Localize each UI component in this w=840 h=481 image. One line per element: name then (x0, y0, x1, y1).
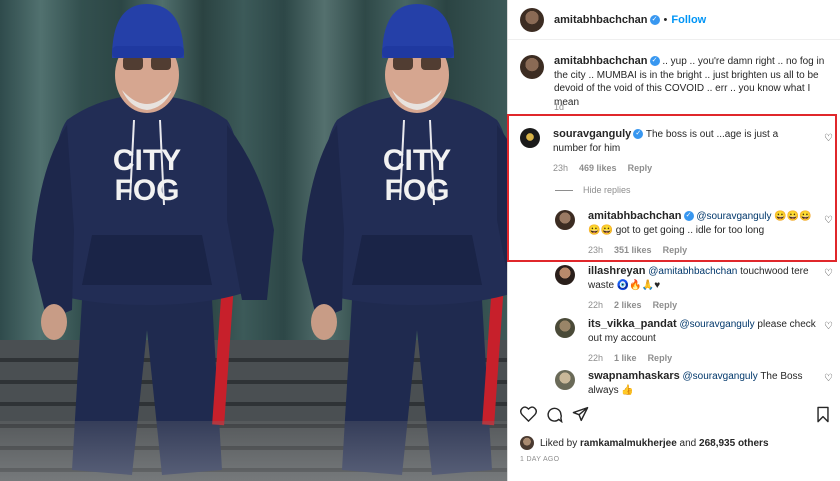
post-action-bar (520, 406, 832, 426)
heart-icon[interactable] (520, 406, 537, 422)
reply-item: amitabhbachchan ✓ @souravganguly 😀😀😀😀😀 go… (555, 210, 825, 255)
avatar[interactable] (555, 210, 575, 230)
heart-icon[interactable]: ♡ (824, 321, 833, 332)
person-figure-left: CITY FOG (12, 0, 282, 481)
emoji-text: 👍 (621, 384, 634, 396)
person-figure-right: CITY FOG (282, 0, 507, 481)
avatar[interactable] (520, 7, 544, 32)
comment-text: got to get going .. idle for too long (615, 224, 765, 236)
comment-item: souravganguly ✓ The boss is out ...age is… (520, 128, 820, 173)
verified-badge-icon: ✓ (633, 129, 644, 140)
likes-summary: Liked by ramkamalmukherjee and 268,935 o… (520, 436, 769, 450)
reply-button[interactable]: Reply (653, 300, 678, 310)
emoji-text: 🧿🔥🙏♥ (616, 279, 661, 291)
comment-timestamp[interactable]: 22h (588, 300, 603, 310)
comment-item: swapnamhaskars @souravganguly The Boss a… (555, 370, 825, 397)
verified-badge-icon: ✓ (649, 56, 660, 67)
post-header: amitabhbachchan ✓ • Follow (508, 0, 840, 40)
caption-timestamp[interactable]: 1d (554, 102, 564, 112)
comment-likes[interactable]: 1 like (614, 353, 637, 363)
person-illustration: CITY FOG (302, 4, 507, 475)
comment-item: its_vikka_pandat @souravganguly please c… (555, 318, 825, 363)
heart-icon[interactable]: ♡ (824, 133, 833, 144)
heart-icon[interactable]: ♡ (824, 268, 833, 279)
comment-username[interactable]: its_vikka_pandat (588, 318, 677, 330)
mention-link[interactable]: @amitabhbachchan (648, 266, 737, 277)
bookmark-icon[interactable] (816, 406, 830, 423)
comment-username[interactable]: swapnamhaskars (588, 370, 680, 382)
comment-timestamp[interactable]: 23h (588, 245, 603, 255)
comment-item: illashreyan @amitabhbachchan touchwood t… (555, 265, 825, 310)
likes-middle: and (679, 437, 697, 449)
svg-text:CITY: CITY (383, 144, 451, 177)
hide-replies-label[interactable]: Hide replies (583, 185, 631, 195)
avatar[interactable] (555, 318, 575, 338)
post-caption: amitabhbachchan ✓ .. yup .. you're damn r… (520, 55, 838, 109)
heart-icon[interactable]: ♡ (824, 373, 833, 384)
others-count[interactable]: 268,935 others (699, 438, 769, 449)
mention-link[interactable]: @souravganguly (696, 211, 771, 222)
comment-username[interactable]: amitabhbachchan (588, 210, 682, 222)
reply-button[interactable]: Reply (628, 163, 653, 173)
comment-username[interactable]: souravganguly (553, 128, 631, 140)
avatar[interactable] (520, 436, 534, 450)
post-date[interactable]: 1 DAY AGO (520, 456, 559, 463)
svg-text:FOG: FOG (385, 174, 450, 207)
svg-text:FOG: FOG (115, 174, 180, 207)
reply-button[interactable]: Reply (663, 245, 688, 255)
separator-dot: • (663, 13, 668, 26)
comment-timestamp[interactable]: 23h (553, 163, 568, 173)
post-owner-username[interactable]: amitabhbachchan (554, 14, 648, 26)
caption-username[interactable]: amitabhbachchan (554, 55, 648, 67)
comment-username[interactable]: illashreyan (588, 265, 645, 277)
post-sidebar: amitabhbachchan ✓ • Follow amitabhbachch… (507, 0, 840, 481)
share-icon[interactable] (572, 406, 589, 422)
mention-link[interactable]: @souravganguly (683, 371, 758, 382)
heart-icon[interactable]: ♡ (824, 215, 833, 226)
liked-by-user[interactable]: ramkamalmukherjee (580, 438, 677, 449)
comment-likes[interactable]: 2 likes (614, 300, 642, 310)
comment-likes[interactable]: 469 likes (579, 163, 617, 173)
avatar[interactable] (555, 370, 575, 390)
comment-icon[interactable] (546, 406, 563, 423)
comment-timestamp[interactable]: 22h (588, 353, 603, 363)
follow-button[interactable]: Follow (671, 14, 706, 26)
likes-prefix: Liked by (540, 437, 578, 449)
avatar[interactable] (520, 128, 540, 148)
avatar[interactable] (555, 265, 575, 285)
hide-replies-button[interactable]: Hide replies (555, 185, 631, 195)
mention-link[interactable]: @souravganguly (679, 319, 754, 330)
reply-button[interactable]: Reply (648, 353, 673, 363)
avatar[interactable] (520, 55, 544, 79)
verified-badge-icon: ✓ (683, 211, 694, 222)
person-illustration: CITY FOG (32, 4, 274, 475)
divider (555, 189, 573, 191)
post-image: CITY FOG CITY FOG (0, 0, 507, 481)
comment-likes[interactable]: 351 likes (614, 245, 652, 255)
svg-text:CITY: CITY (113, 144, 181, 177)
verified-badge-icon: ✓ (649, 14, 660, 25)
